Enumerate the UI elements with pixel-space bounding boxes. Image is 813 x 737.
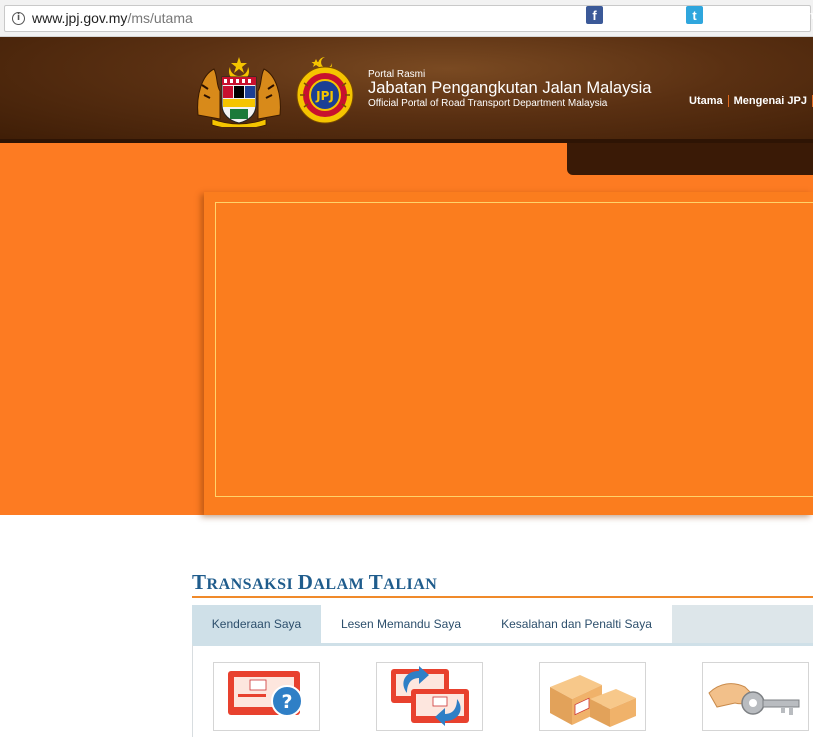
url-host: www.jpj.gov.my — [32, 10, 128, 26]
svg-text:JPJ: JPJ — [315, 89, 334, 103]
coat-of-arms-icon[interactable] — [194, 55, 284, 127]
service-card-vehicle-check[interactable]: ? — [213, 662, 320, 731]
site-title[interactable]: Jabatan Pengangkutan Jalan Malaysia — [368, 79, 651, 98]
site-header: JPJ Portal Rasmi Jabatan Pengangkutan Ja… — [0, 37, 813, 143]
tab-bar: Kenderaan Saya Lesen Memandu Saya Kesala… — [192, 605, 813, 643]
parcel-boxes-icon — [550, 675, 636, 727]
service-card-parcels[interactable] — [539, 662, 646, 731]
social-bar — [567, 143, 813, 175]
top-navigation: Utama Mengenai JPJ — [684, 95, 813, 108]
tab-kenderaan-saya[interactable]: Kenderaan Saya — [192, 605, 321, 643]
banner-slider[interactable] — [204, 192, 813, 515]
twitter-link[interactable]: kp@twitter — [706, 6, 763, 26]
nav-item-utama[interactable]: Utama — [684, 95, 728, 107]
section-title: TRANSAKSI DALAM TALIAN — [192, 570, 438, 594]
jpj-logo-icon[interactable]: JPJ — [292, 53, 358, 127]
site-subtitle: Official Portal of Road Transport Depart… — [368, 98, 608, 109]
section-divider — [192, 596, 813, 598]
vehicle-card-question-icon: ? — [228, 671, 303, 717]
hand-key-icon — [708, 683, 800, 715]
facebook-icon[interactable]: f — [586, 6, 603, 24]
slider-frame — [215, 202, 813, 497]
service-card-key[interactable] — [702, 662, 809, 731]
tab-lesen-memandu-saya[interactable]: Lesen Memandu Saya — [321, 605, 481, 643]
svg-text:?: ? — [281, 691, 292, 713]
twitter-icon[interactable]: t — [686, 6, 703, 24]
tab-kesalahan-dan-penalti-saya[interactable]: Kesalahan dan Penalti Saya — [481, 605, 672, 643]
service-card-vehicle-transfer[interactable] — [376, 662, 483, 731]
nav-item-mengenai-jpj[interactable]: Mengenai JPJ — [729, 95, 812, 107]
url-text[interactable]: www.jpj.gov.my/ms/utama — [32, 10, 193, 26]
url-path: /ms/utama — [127, 10, 193, 26]
info-icon[interactable]: i — [12, 12, 25, 25]
facebook-link[interactable]: kp@facebook — [606, 6, 678, 26]
vehicle-card-transfer-icon — [391, 666, 469, 726]
search-link[interactable]: Carian — [780, 6, 813, 26]
